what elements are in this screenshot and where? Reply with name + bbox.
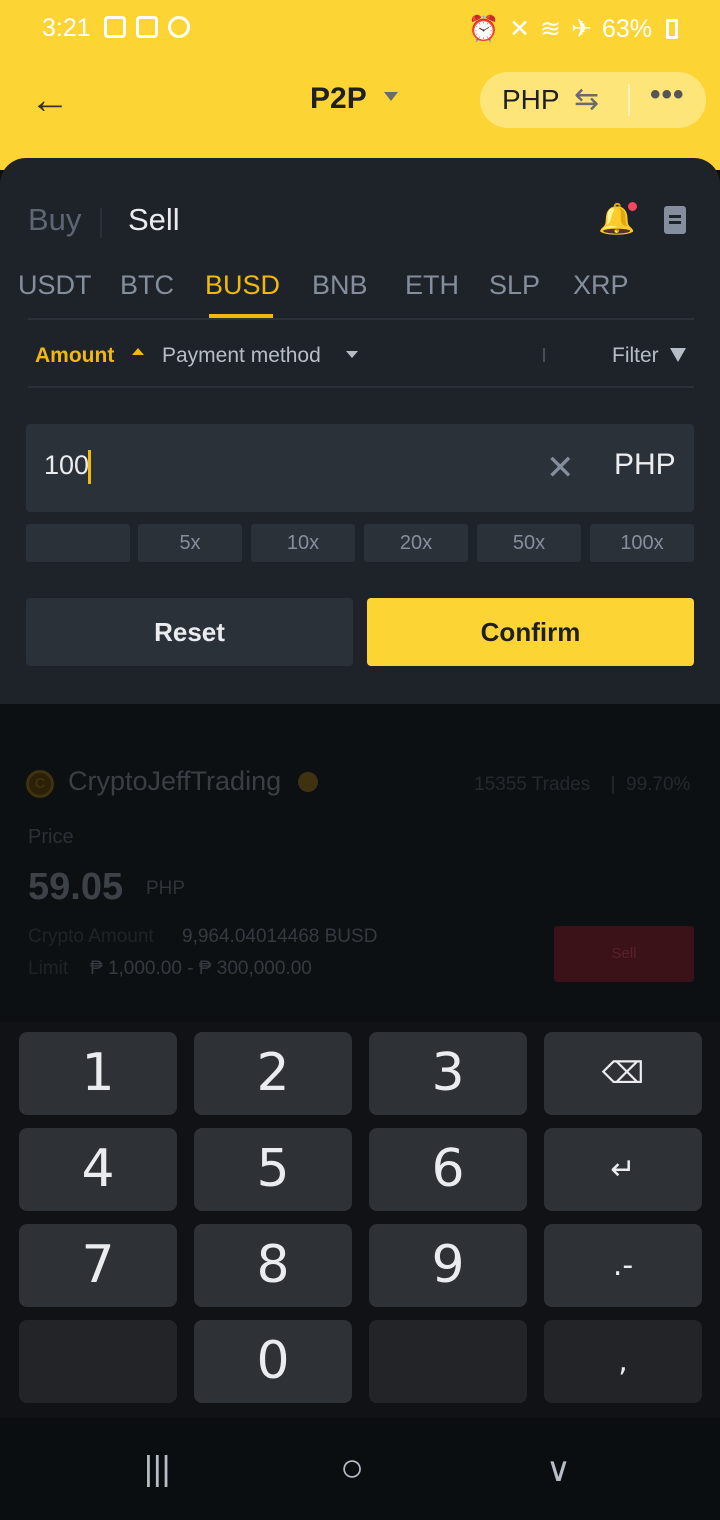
- back-nav-icon[interactable]: ∨: [546, 1450, 571, 1490]
- limit-value: ₱ 1,000.00 - ₱ 300,000.00: [90, 958, 312, 979]
- caret-down-icon: [346, 351, 358, 358]
- status-bar: 3:21 ⏰ ✕ ≋ ✈ 63%: [0, 0, 720, 56]
- limit-label: Limit: [28, 958, 69, 979]
- key-1[interactable]: 1: [19, 1032, 177, 1115]
- home-icon[interactable]: ○: [340, 1446, 364, 1491]
- multiplier-10x[interactable]: 10x: [251, 524, 355, 562]
- asset-tab-slp[interactable]: SLP: [489, 270, 540, 301]
- key-comma[interactable]: ,: [544, 1320, 702, 1403]
- sell-ad-button[interactable]: Sell: [554, 926, 694, 982]
- filter-row: Amount Payment method Filter: [0, 338, 720, 382]
- amount-currency: PHP: [614, 448, 676, 481]
- key-2[interactable]: 2: [194, 1032, 352, 1115]
- price-currency: PHP: [146, 878, 186, 899]
- key-blank: [19, 1320, 177, 1403]
- key-0[interactable]: 0: [194, 1320, 352, 1403]
- asset-tab-busd[interactable]: BUSD: [205, 270, 280, 301]
- asset-tab-eth[interactable]: ETH: [405, 270, 459, 301]
- currency-selector[interactable]: PHP ⇆ •••: [480, 72, 706, 128]
- merchant-avatar: C: [26, 770, 54, 798]
- screenshot-icon: [104, 16, 126, 38]
- notification-dot: [628, 202, 637, 211]
- caret-down-icon: [384, 92, 398, 101]
- filter-divider: [543, 348, 545, 362]
- messenger-icon: [168, 16, 190, 38]
- clear-icon[interactable]: ✕: [546, 448, 575, 488]
- key-5[interactable]: 5: [194, 1128, 352, 1211]
- alarm-icon: ⏰: [467, 14, 500, 43]
- price-label: Price: [28, 826, 74, 848]
- verified-badge-icon: [298, 772, 318, 792]
- top-bar: ← P2P PHP ⇆ •••: [0, 60, 720, 140]
- key-dot-minus[interactable]: .-: [544, 1224, 702, 1307]
- key-3[interactable]: 3: [369, 1032, 527, 1115]
- merchant-name[interactable]: CryptoJeffTrading: [68, 766, 281, 797]
- airplane-icon: ✈: [571, 15, 592, 43]
- mute-icon: ✕: [509, 15, 531, 43]
- asset-tabs: USDT BTC BUSD BNB ETH SLP XRP: [0, 270, 720, 320]
- key-4[interactable]: 4: [19, 1128, 177, 1211]
- recents-icon[interactable]: |||: [144, 1450, 171, 1489]
- amount-filter[interactable]: Amount: [35, 344, 114, 368]
- enter-key-icon[interactable]: ↵: [544, 1128, 702, 1211]
- confirm-button[interactable]: Confirm: [367, 598, 694, 666]
- system-nav-bar: ||| ○ ∨: [0, 1420, 720, 1520]
- crypto-amount-value: 9,964.04014468 BUSD: [182, 926, 378, 947]
- multiplier-row: 5x 10x 20x 50x 100x: [26, 524, 694, 562]
- battery-percent: 63%: [601, 14, 652, 43]
- currency-label: PHP: [502, 84, 560, 115]
- asset-tab-bnb[interactable]: BNB: [312, 270, 368, 301]
- back-button[interactable]: ←: [30, 78, 76, 124]
- key-blank: [369, 1320, 527, 1403]
- notification-icons: [104, 16, 190, 38]
- page-title[interactable]: P2P: [310, 82, 367, 116]
- crypto-amount-label: Crypto Amount: [28, 926, 154, 947]
- asset-tab-xrp[interactable]: XRP: [573, 270, 629, 301]
- asset-tab-btc[interactable]: BTC: [120, 270, 174, 301]
- arrow-left-icon: ←: [30, 78, 70, 122]
- notification-bell-icon[interactable]: 🔔: [598, 202, 635, 236]
- multiplier-100x[interactable]: 100x: [590, 524, 694, 562]
- numeric-keyboard: 1 2 3 ⌫ 4 5 6 ↵ 7 8 9 .- 0 ,: [0, 1022, 720, 1418]
- completion-rate: 99.70%: [626, 774, 691, 795]
- tab-divider: [100, 208, 102, 238]
- key-7[interactable]: 7: [19, 1224, 177, 1307]
- payment-method-filter[interactable]: Payment method: [162, 344, 321, 368]
- battery-icon: [666, 19, 678, 39]
- multiplier-20x[interactable]: 20x: [364, 524, 468, 562]
- filter-panel: Buy Sell 🔔 USDT BTC BUSD BNB ETH SLP XRP…: [0, 158, 720, 704]
- more-icon[interactable]: •••: [650, 78, 685, 112]
- caret-up-icon: [132, 348, 144, 355]
- text-cursor: [88, 450, 91, 484]
- key-6[interactable]: 6: [369, 1128, 527, 1211]
- filter-button[interactable]: Filter: [612, 344, 659, 368]
- trade-count: 15355 Trades: [474, 774, 591, 795]
- stat-divider: [612, 776, 614, 794]
- orders-document-icon[interactable]: [664, 206, 686, 234]
- status-time: 3:21: [42, 14, 91, 42]
- divider: [28, 386, 694, 388]
- amount-value: 100: [44, 450, 90, 480]
- tab-buy[interactable]: Buy: [28, 202, 81, 238]
- tab-sell[interactable]: Sell: [128, 202, 180, 238]
- screen: 3:21 ⏰ ✕ ≋ ✈ 63% ← P2P PHP ⇆ ••• Buy Sel…: [0, 0, 720, 1520]
- multiplier-50x[interactable]: 50x: [477, 524, 581, 562]
- reset-button[interactable]: Reset: [26, 598, 353, 666]
- pill-divider: [628, 84, 630, 116]
- multiplier-5x[interactable]: 5x: [138, 524, 242, 562]
- amount-input[interactable]: 100 ✕ PHP: [26, 424, 694, 512]
- multiplier-1x[interactable]: [26, 524, 130, 562]
- swap-icon[interactable]: ⇆: [574, 82, 599, 117]
- ad-listing-dimmed: C CryptoJeffTrading 15355 Trades 99.70% …: [0, 704, 720, 1024]
- backspace-key-icon[interactable]: ⌫: [544, 1032, 702, 1115]
- wifi-icon: ≋: [540, 15, 561, 43]
- system-icons: ⏰ ✕ ≋ ✈ 63%: [468, 14, 678, 44]
- asset-tab-usdt[interactable]: USDT: [18, 270, 92, 301]
- gallery-icon: [136, 16, 158, 38]
- key-8[interactable]: 8: [194, 1224, 352, 1307]
- funnel-icon[interactable]: [670, 348, 686, 362]
- divider: [28, 318, 694, 320]
- price-value: 59.05: [28, 866, 124, 908]
- key-9[interactable]: 9: [369, 1224, 527, 1307]
